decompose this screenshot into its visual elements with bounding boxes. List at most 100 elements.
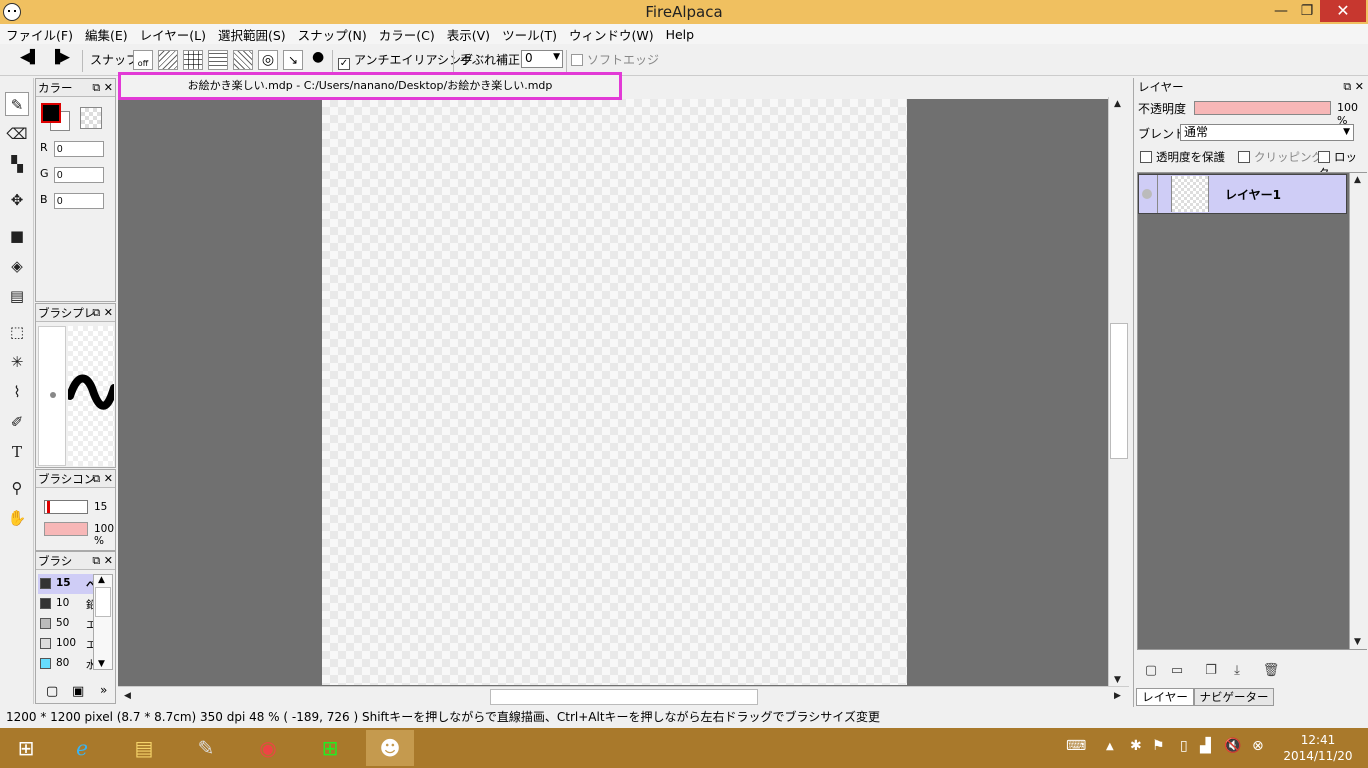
store-icon[interactable]: ⊞ [306,730,354,766]
snap-off-button[interactable]: off [133,50,153,70]
protect-alpha-checkbox[interactable]: 透明度を保護 [1140,149,1225,165]
menu-window[interactable]: ウィンドウ(W) [563,25,660,44]
menu-help[interactable]: Help [660,27,701,42]
undo-icon[interactable]: ◀▌ [20,50,40,65]
brush-item[interactable]: 15 ペ [38,574,97,594]
windows-start-icon[interactable]: ⊞ [2,730,50,766]
brush-size-slider[interactable] [44,500,88,514]
canvas-vertical-scrollbar[interactable]: ▲ ▼ [1108,97,1129,687]
fill-rect-tool-icon[interactable]: ■ [5,224,29,248]
scroll-down-icon[interactable]: ▼ [1354,637,1361,647]
scroll-up-icon[interactable]: ▲ [1354,175,1361,185]
scroll-down-icon[interactable]: ▼ [98,659,105,669]
layer-link-toggle[interactable] [1157,175,1169,213]
text-tool-icon[interactable]: T [5,440,29,464]
b-input[interactable] [54,193,104,209]
menu-edit[interactable]: 編集(E) [79,25,134,44]
volume-muted-icon[interactable]: 🔇 [1224,738,1241,754]
softedge-check-box[interactable] [571,54,583,66]
new-brush-icon[interactable]: ▢ [46,684,58,699]
more-options-icon[interactable]: » [100,683,107,697]
vertical-scroll-thumb[interactable] [1110,323,1128,459]
eraser-tool-icon[interactable]: ⌫ [5,122,29,146]
dismiss-icon[interactable]: ⊗ [1252,738,1264,754]
duplicate-layer-icon[interactable]: ❐ [1202,663,1220,679]
lasso-tool-icon[interactable]: ⌇ [5,380,29,404]
menu-tool[interactable]: ツール(T) [496,25,563,44]
brush-list-scrollbar[interactable]: ▲ ▼ [93,574,113,670]
transparent-color-swatch[interactable] [80,107,102,129]
stabilizer-select[interactable]: 0 ▼ [521,50,563,68]
layer-row[interactable]: レイヤー1 [1138,174,1347,214]
softedge-checkbox[interactable]: ソフトエッジ [571,51,659,68]
magic-wand-tool-icon[interactable]: ✳ [5,350,29,374]
brush-item[interactable]: 50 エ [38,614,97,634]
hand-tool-icon[interactable]: ✋ [5,506,29,530]
network-signal-icon[interactable]: ▟ [1200,738,1211,754]
tab-navigator[interactable]: ナビゲーター [1194,688,1274,706]
snap-perspective-icon[interactable] [233,50,253,70]
move-tool-icon[interactable]: ✥ [5,188,29,212]
brush-item[interactable]: 80 水 [38,654,97,674]
menu-file[interactable]: ファイル(F) [0,25,79,44]
scroll-up-icon[interactable]: ▲ [1114,99,1121,109]
menu-color[interactable]: カラー(C) [373,25,441,44]
layer-visibility-icon[interactable] [1142,189,1152,199]
primary-color-swatch[interactable] [41,103,61,123]
snap-parallel-icon[interactable] [158,50,178,70]
minimize-button[interactable]: — [1268,0,1294,22]
new-folder-icon[interactable]: ▭ [1168,663,1186,679]
clipping-check-box[interactable] [1238,151,1250,163]
scroll-left-icon[interactable]: ◀ [124,691,131,701]
panel-float-close-icon[interactable]: ⧉ ✕ [92,470,113,488]
bucket-tool-icon[interactable]: ◈ [5,254,29,278]
brush-item[interactable]: 100 エ [38,634,97,654]
paint-app-icon[interactable]: ✎ [182,730,230,766]
g-input[interactable] [54,167,104,183]
close-button[interactable]: ✕ [1320,0,1366,22]
panel-float-close-icon[interactable]: ⧉ ✕ [1343,78,1364,96]
delete-layer-icon[interactable]: 🗑 [1262,663,1280,679]
menu-snap[interactable]: スナップ(N) [292,25,373,44]
snap-crisscross-icon[interactable] [208,50,228,70]
select-pen-tool-icon[interactable]: ✐ [5,410,29,434]
scroll-right-icon[interactable]: ▶ [1114,691,1121,701]
dot-tool-icon[interactable]: ▚ [5,152,29,176]
pen-tool-icon[interactable]: ✎ [5,92,29,116]
menu-view[interactable]: 表示(V) [441,25,496,44]
panel-float-close-icon[interactable]: ⧉ ✕ [92,79,113,97]
new-layer-icon[interactable]: ▢ [1142,663,1160,679]
chrome-icon[interactable]: ◉ [244,730,292,766]
file-explorer-icon[interactable]: ▤ [120,730,168,766]
action-center-flag-icon[interactable]: ⚑ [1152,738,1165,754]
drawing-canvas[interactable] [322,99,907,685]
snap-circle-icon[interactable]: ◎ [258,50,278,70]
r-input[interactable] [54,141,104,157]
brush-item[interactable]: 10 鉛 [38,594,97,614]
menu-selection[interactable]: 選択範囲(S) [212,25,292,44]
clipping-checkbox[interactable]: クリッピング [1238,149,1323,165]
panel-float-close-icon[interactable]: ⧉ ✕ [92,304,113,322]
blend-mode-select[interactable]: 通常 ▼ [1180,124,1354,141]
scroll-down-icon[interactable]: ▼ [1114,675,1121,685]
scroll-thumb[interactable] [95,587,111,617]
panel-float-close-icon[interactable]: ⧉ ✕ [92,552,113,570]
document-tab[interactable]: お絵かき楽しい.mdp - C:/Users/nanano/Desktop/お絵… [118,72,622,100]
gradient-tool-icon[interactable]: ▤ [5,284,29,308]
antialias-check-box[interactable]: ✓ [338,58,350,70]
layer-opacity-slider[interactable] [1194,101,1331,115]
tab-layer[interactable]: レイヤー [1136,688,1194,706]
battery-icon[interactable]: ▯ [1180,738,1188,754]
maximize-button[interactable]: ❐ [1294,0,1320,22]
layer-list-scrollbar[interactable]: ▲ ▼ [1349,173,1367,649]
firealpaca-taskbar-icon[interactable]: ☻ [366,730,414,766]
internet-explorer-icon[interactable]: ℯ [58,730,106,766]
lock-check-box[interactable] [1318,151,1330,163]
bluetooth-icon[interactable]: ✱ [1130,738,1142,754]
menu-layer[interactable]: レイヤー(L) [134,25,212,44]
eyedropper-tool-icon[interactable]: ⚲ [5,476,29,500]
show-hidden-icons-icon[interactable]: ▲ [1106,741,1114,752]
snap-grid-icon[interactable] [183,50,203,70]
horizontal-scroll-thumb[interactable] [490,689,758,705]
scroll-up-icon[interactable]: ▲ [98,575,105,585]
